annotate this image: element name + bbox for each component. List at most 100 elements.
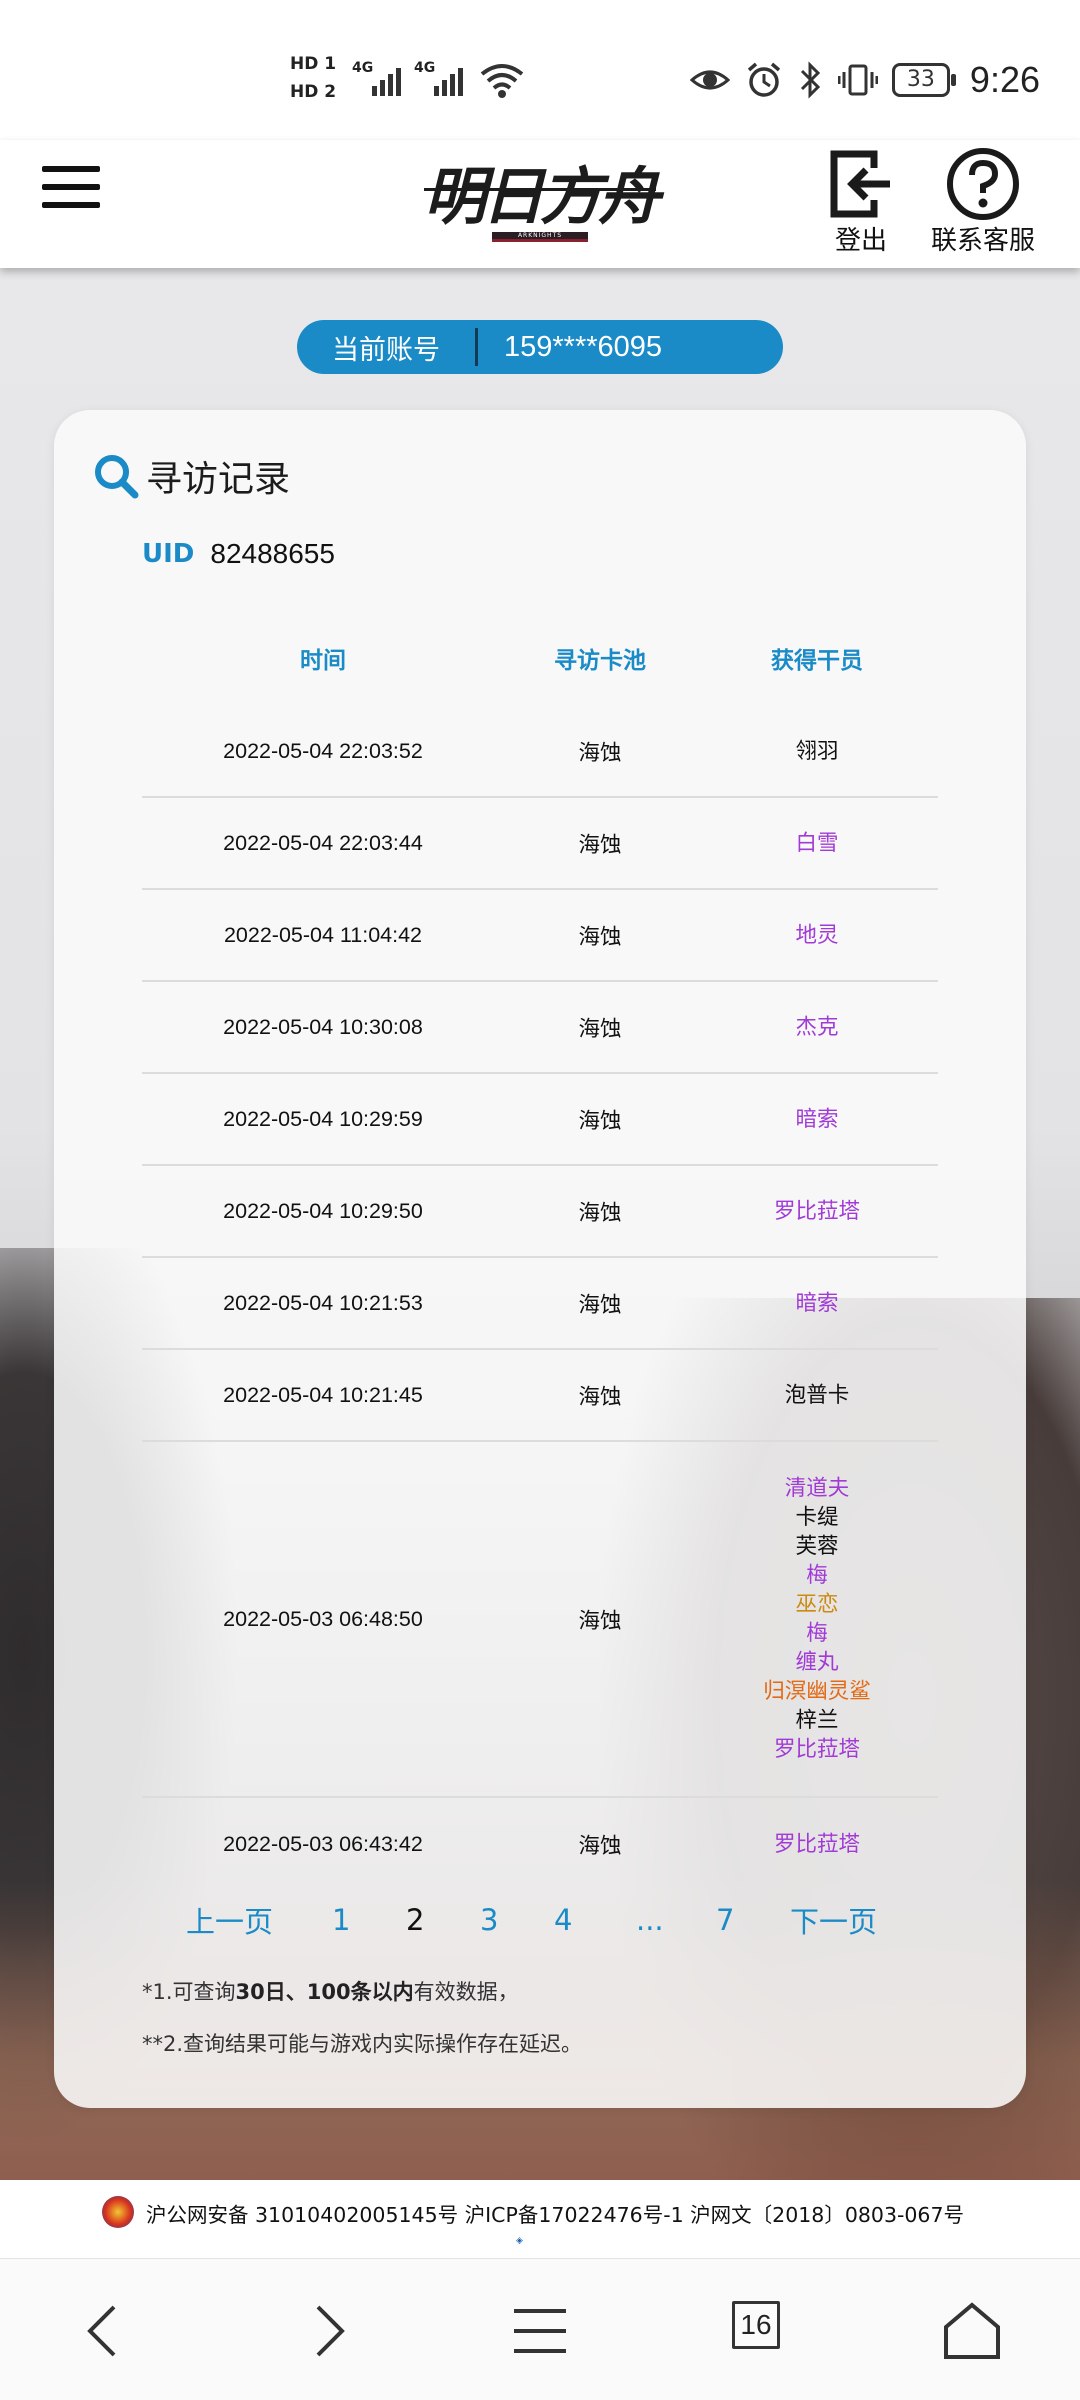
menu-icon[interactable] (504, 2295, 576, 2367)
customer-service-button[interactable]: 联系客服 (928, 146, 1038, 266)
cell-pool: 海蚀 (578, 924, 622, 950)
wifi-icon (480, 64, 524, 98)
battery-icon: 33 (891, 63, 956, 97)
cell-time: 2022-05-04 22:03:44 (223, 830, 423, 855)
cell-pool: 海蚀 (578, 1608, 622, 1634)
column-header-operator: 获得干员 (771, 648, 863, 674)
operator-name: 罗比菈塔 (773, 1737, 860, 1762)
page-3-button[interactable]: 3 (480, 1903, 498, 1937)
column-header-pool: 寻访卡池 (554, 648, 646, 674)
operator-name: 罗比菈塔 (773, 1831, 860, 1857)
cell-time: 2022-05-03 06:43:42 (223, 1831, 423, 1856)
cell-pool: 海蚀 (578, 740, 622, 766)
tab-count: 16 (732, 2301, 780, 2349)
cell-operators: 翎羽 (696, 737, 938, 766)
footer-mini-logo-icon: ◈ (516, 2236, 523, 2246)
cell-pool: 海蚀 (578, 1384, 622, 1410)
history-table: 时间 寻访卡池 获得干员 2022-05-04 22:03:52 海蚀 翎羽 2022… (142, 610, 938, 1890)
hamburger-menu-button[interactable] (40, 152, 104, 216)
cell-time: 2022-05-04 10:21:45 (223, 1382, 423, 1407)
cell-time: 2022-05-04 11:04:42 (223, 922, 423, 947)
operator-name: 卡缇 (795, 1505, 839, 1530)
operator-name: 缠丸 (795, 1650, 839, 1675)
vibrate-icon (837, 64, 878, 96)
home-icon[interactable] (936, 2295, 1008, 2367)
logo-subtitle: ARKNIGHTS (492, 232, 588, 242)
operator-name: 泡普卡 (784, 1382, 850, 1408)
page-ellipsis: ... (636, 1903, 664, 1937)
page-2-current[interactable]: 2 (406, 1903, 424, 1937)
account-label: 当前账号 (332, 334, 440, 366)
logout-icon (830, 150, 890, 218)
operator-name: 白雪 (795, 830, 839, 856)
cell-pool: 海蚀 (578, 1292, 622, 1318)
license-text: 沪公网安备 31010402005145号 沪ICP备17022476号-1 沪… (146, 2203, 965, 2227)
table-row: 2022-05-04 10:30:08 海蚀 杰克 (142, 982, 938, 1074)
notes: *1.可查询30日、100条以内有效数据， **2.查询结果可能与游戏内实际操作… (142, 1966, 962, 2070)
operator-name: 罗比菈塔 (773, 1198, 860, 1224)
cell-operators: 清道夫 卡缇 芙蓉梅巫恋梅缠丸 归溟幽灵鲨 梓兰 罗比菈塔 (696, 1474, 938, 1764)
operator-name: 梓兰 (795, 1708, 839, 1733)
operator-name: 地灵 (795, 922, 839, 948)
license-footer: 沪公网安备 31010402005145号 沪ICP备17022476号-1 沪… (0, 2180, 1080, 2258)
account-value: 159****6095 (504, 330, 663, 363)
next-page-button[interactable]: 下一页 (790, 1899, 877, 1941)
browser-navigation-bar: 16 (0, 2258, 1080, 2400)
status-bar: HD 1 HD 2 4G 4G 33 9:26 (0, 0, 1080, 140)
operator-name: 梅 (806, 1621, 828, 1646)
note-1: *1.可查询30日、100条以内有效数据， (142, 1980, 519, 2004)
cell-operators: 泡普卡 (696, 1381, 938, 1410)
uid-value: 82488655 (210, 538, 335, 569)
cell-time: 2022-05-04 10:29:59 (223, 1106, 423, 1131)
card-title: 寻访记录 (92, 448, 290, 504)
search-icon (95, 455, 139, 499)
operator-name: 芙蓉 (795, 1534, 839, 1559)
cell-pool: 海蚀 (578, 1200, 622, 1226)
table-row: 2022-05-03 06:43:42 海蚀 罗比菈塔 (142, 1798, 938, 1890)
cell-pool: 海蚀 (578, 1016, 622, 1042)
logout-label: 登出 (834, 226, 887, 256)
table-body: 2022-05-04 22:03:52 海蚀 翎羽 2022-05-04 22:03:… (142, 706, 938, 1890)
cell-time: 2022-05-03 06:48:50 (223, 1606, 423, 1631)
operator-name: 翎羽 (795, 738, 839, 764)
operator-name: 归溟幽灵鲨 (763, 1679, 871, 1704)
table-row: 2022-05-04 22:03:52 海蚀 翎羽 (142, 706, 938, 798)
bluetooth-icon (800, 61, 821, 99)
table-row: 2022-05-04 11:04:42 海蚀 地灵 (142, 890, 938, 982)
cell-operators: 杰克 (696, 1013, 938, 1042)
column-header-time: 时间 (300, 648, 346, 674)
note-2: **2.查询结果可能与游戏内实际操作存在延迟。 (142, 2032, 583, 2056)
cell-operators: 暗索 (696, 1105, 938, 1134)
tabs-button[interactable]: 16 (732, 2295, 804, 2367)
cell-time: 2022-05-04 10:21:53 (223, 1290, 423, 1315)
page-7-button[interactable]: 7 (716, 1903, 734, 1937)
operator-name: 巫恋 (795, 1592, 839, 1617)
operator-name: 暗索 (795, 1106, 839, 1132)
logout-button[interactable]: 登出 (806, 146, 916, 266)
cell-operators: 罗比菈塔 (696, 1830, 938, 1859)
sim2-label: HD 2 (290, 82, 337, 102)
back-icon[interactable] (70, 2295, 142, 2367)
operator-name: 清道夫 (784, 1476, 850, 1501)
cell-operators: 地灵 (696, 921, 938, 950)
forward-icon[interactable] (290, 2295, 362, 2367)
alarm-icon (747, 62, 781, 97)
operator-name: 暗索 (795, 1290, 839, 1316)
cell-pool: 海蚀 (578, 1833, 622, 1859)
cell-time: 2022-05-04 22:03:52 (223, 738, 423, 763)
cell-operators: 罗比菈塔 (696, 1197, 938, 1226)
arknights-logo: 明日方舟 ARKNIGHTS (420, 140, 660, 250)
cell-pool: 海蚀 (578, 1108, 622, 1134)
status-right: 33 9:26 (689, 52, 1040, 108)
page-4-button[interactable]: 4 (554, 1903, 572, 1937)
card-title-text: 寻访记录 (146, 459, 291, 500)
cell-time: 2022-05-04 10:30:08 (223, 1014, 423, 1039)
prev-page-button[interactable]: 上一页 (186, 1899, 273, 1941)
help-icon (947, 148, 1019, 220)
table-row: 2022-05-04 10:29:59 海蚀 暗索 (142, 1074, 938, 1166)
police-emblem-icon (102, 2196, 134, 2228)
uid-label: UID (142, 539, 195, 569)
current-account-badge: 当前账号 159****6095 (297, 320, 783, 374)
gacha-history-card: 寻访记录 UID 82488655 时间 寻访卡池 获得干员 2022-05-0… (54, 410, 1026, 2108)
page-1-button[interactable]: 1 (332, 1903, 350, 1937)
